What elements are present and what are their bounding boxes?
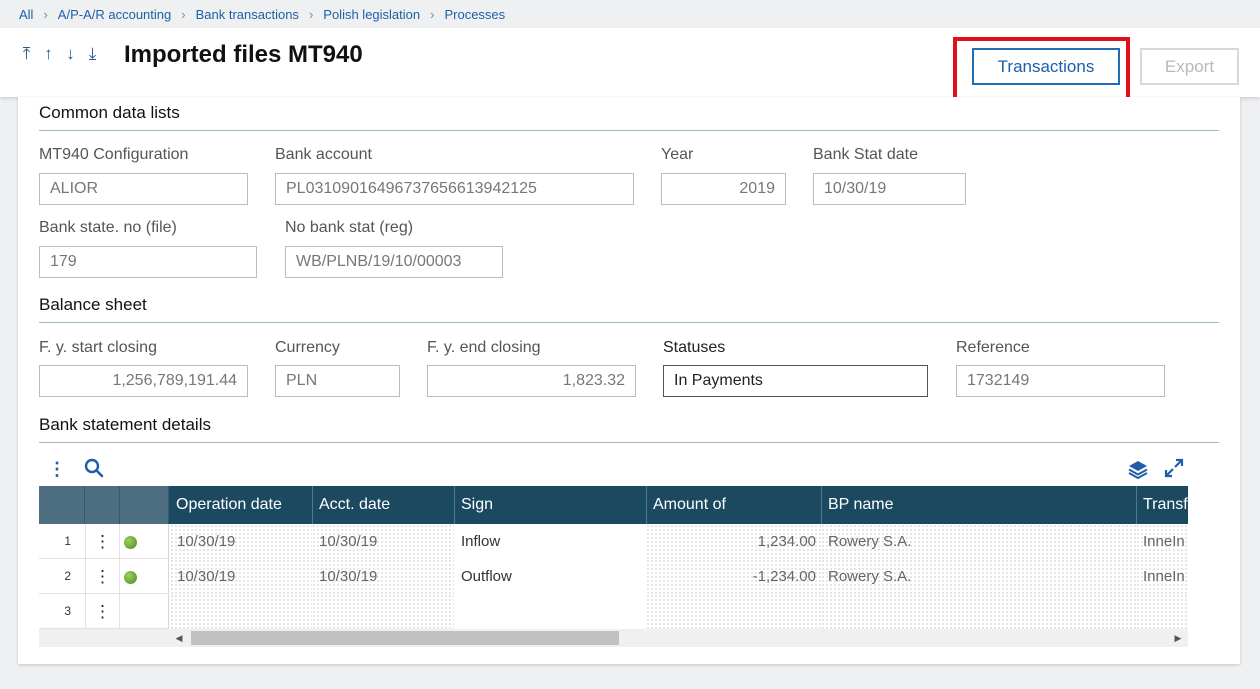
fy-start-closing-label: F. y. start closing	[39, 339, 157, 356]
scrollbar-thumb[interactable]	[191, 631, 619, 645]
scroll-left-icon[interactable]: ◀	[172, 629, 186, 647]
grid-header: Operation date Acct. date Sign Amount of…	[39, 486, 1188, 524]
section-bank-statement-details: Bank statement details	[39, 415, 211, 434]
breadcrumb-bank-transactions[interactable]: Bank transactions	[196, 7, 299, 22]
breadcrumb-polish-legislation[interactable]: Polish legislation	[323, 7, 420, 22]
chevron-right-icon: ›	[43, 6, 48, 22]
bank-stat-date-label: Bank Stat date	[813, 146, 918, 163]
bank-stat-date-field[interactable]: 10/30/19	[813, 173, 966, 205]
no-bank-stat-label: No bank stat (reg)	[285, 219, 414, 236]
breadcrumb-processes[interactable]: Processes	[444, 7, 505, 22]
transactions-button[interactable]: Transactions	[972, 48, 1120, 85]
column-header-transfer[interactable]: Transfer	[1136, 486, 1188, 524]
year-field[interactable]: 2019	[661, 173, 786, 205]
breadcrumb-all[interactable]: All	[19, 7, 33, 22]
fy-end-closing-label: F. y. end closing	[427, 339, 541, 356]
section-divider	[39, 130, 1219, 131]
column-header-amount[interactable]: Amount of	[646, 486, 821, 524]
page-header: ⤒ ↑ ↓ ⤓ Imported files MT940 Transaction…	[0, 28, 1260, 107]
cell-sign[interactable]	[454, 594, 646, 629]
currency-label: Currency	[275, 339, 340, 356]
next-record-icon[interactable]: ↓	[64, 44, 77, 64]
bank-account-label: Bank account	[275, 146, 372, 163]
row-menu-icon[interactable]: ⋮	[85, 594, 120, 629]
layers-icon[interactable]	[1128, 459, 1148, 484]
first-record-icon[interactable]: ⤒	[20, 44, 33, 64]
cell-bp-name[interactable]	[821, 594, 1136, 629]
chevron-right-icon: ›	[430, 6, 435, 22]
section-balance-sheet: Balance sheet	[39, 295, 147, 314]
cell-bp-name[interactable]: Rowery S.A.	[821, 559, 1136, 594]
breadcrumb: All › A/P-A/R accounting › Bank transact…	[0, 0, 1260, 28]
config-field[interactable]: ALIOR	[39, 173, 248, 205]
chevron-right-icon: ›	[308, 6, 314, 22]
section-divider	[39, 442, 1219, 443]
row-number: 3	[39, 594, 85, 629]
column-header-sign[interactable]: Sign	[454, 486, 646, 524]
cell-operation-date[interactable]	[170, 594, 312, 629]
bank-statement-grid: Operation date Acct. date Sign Amount of…	[39, 486, 1188, 631]
previous-record-icon[interactable]: ↑	[42, 44, 55, 64]
main-panel: Common data lists MT940 Configuration AL…	[18, 97, 1240, 664]
bank-state-no-label: Bank state. no (file)	[39, 219, 177, 236]
grid-menu-icon[interactable]: ⋮	[48, 459, 66, 480]
cell-operation-date[interactable]: 10/30/19	[170, 559, 312, 594]
column-header-acct-date[interactable]: Acct. date	[312, 486, 454, 524]
breadcrumb-ap-ar-accounting[interactable]: A/P-A/R accounting	[58, 7, 171, 22]
cell-transfer[interactable]: InneIn	[1136, 524, 1188, 559]
page-title: Imported files MT940	[124, 41, 363, 68]
column-header-bp-name[interactable]: BP name	[821, 486, 1136, 524]
cell-sign[interactable]: Inflow	[454, 524, 646, 559]
scrollbar-corner	[39, 629, 169, 647]
row-status	[120, 594, 169, 629]
currency-field[interactable]: PLN	[275, 365, 400, 397]
statuses-field[interactable]: In Payments	[663, 365, 928, 397]
cell-acct-date[interactable]: 10/30/19	[312, 559, 454, 594]
column-header-operation-date[interactable]: Operation date	[170, 486, 312, 524]
chevron-right-icon: ›	[181, 6, 186, 22]
status-ok-icon	[124, 536, 137, 549]
fy-end-closing-field[interactable]: 1,823.32	[427, 365, 636, 397]
year-label: Year	[661, 146, 694, 163]
section-common-data: Common data lists	[39, 103, 180, 122]
cell-amount[interactable]: -1,234.00	[646, 559, 821, 594]
row-status	[120, 559, 169, 594]
grid-header-status	[120, 486, 169, 524]
search-icon[interactable]	[84, 458, 104, 483]
cell-amount[interactable]: 1,234.00	[646, 524, 821, 559]
section-divider	[39, 322, 1219, 323]
fy-start-closing-field[interactable]: 1,256,789,191.44	[39, 365, 248, 397]
row-menu-icon[interactable]: ⋮	[85, 524, 120, 559]
export-button[interactable]: Export	[1140, 48, 1239, 85]
cell-amount[interactable]	[646, 594, 821, 629]
cell-operation-date[interactable]: 10/30/19	[170, 524, 312, 559]
horizontal-scrollbar[interactable]: ◀ ▶	[169, 629, 1188, 647]
cell-transfer[interactable]: InneIn	[1136, 559, 1188, 594]
row-status	[120, 524, 169, 559]
cell-bp-name[interactable]: Rowery S.A.	[821, 524, 1136, 559]
statuses-label: Statuses	[663, 339, 726, 356]
record-navigation: ⤒ ↑ ↓ ⤓	[20, 44, 99, 64]
reference-label: Reference	[956, 339, 1030, 356]
expand-icon[interactable]	[1164, 458, 1184, 483]
bank-account-field[interactable]: PL03109016496737656613942125	[275, 173, 634, 205]
scroll-right-icon[interactable]: ▶	[1171, 629, 1185, 647]
cell-acct-date[interactable]	[312, 594, 454, 629]
no-bank-stat-field[interactable]: WB/PLNB/19/10/00003	[285, 246, 503, 278]
row-number: 2	[39, 559, 85, 594]
reference-field[interactable]: 1732149	[956, 365, 1165, 397]
last-record-icon[interactable]: ⤓	[86, 44, 99, 64]
row-menu-icon[interactable]: ⋮	[85, 559, 120, 594]
grid-header-rownum	[39, 486, 85, 524]
config-label: MT940 Configuration	[39, 146, 189, 163]
grid-header-menu	[85, 486, 120, 524]
cell-transfer[interactable]	[1136, 594, 1188, 629]
bank-state-no-field[interactable]: 179	[39, 246, 257, 278]
cell-acct-date[interactable]: 10/30/19	[312, 524, 454, 559]
cell-sign[interactable]: Outflow	[454, 559, 646, 594]
status-ok-icon	[124, 571, 137, 584]
row-number: 1	[39, 524, 85, 559]
